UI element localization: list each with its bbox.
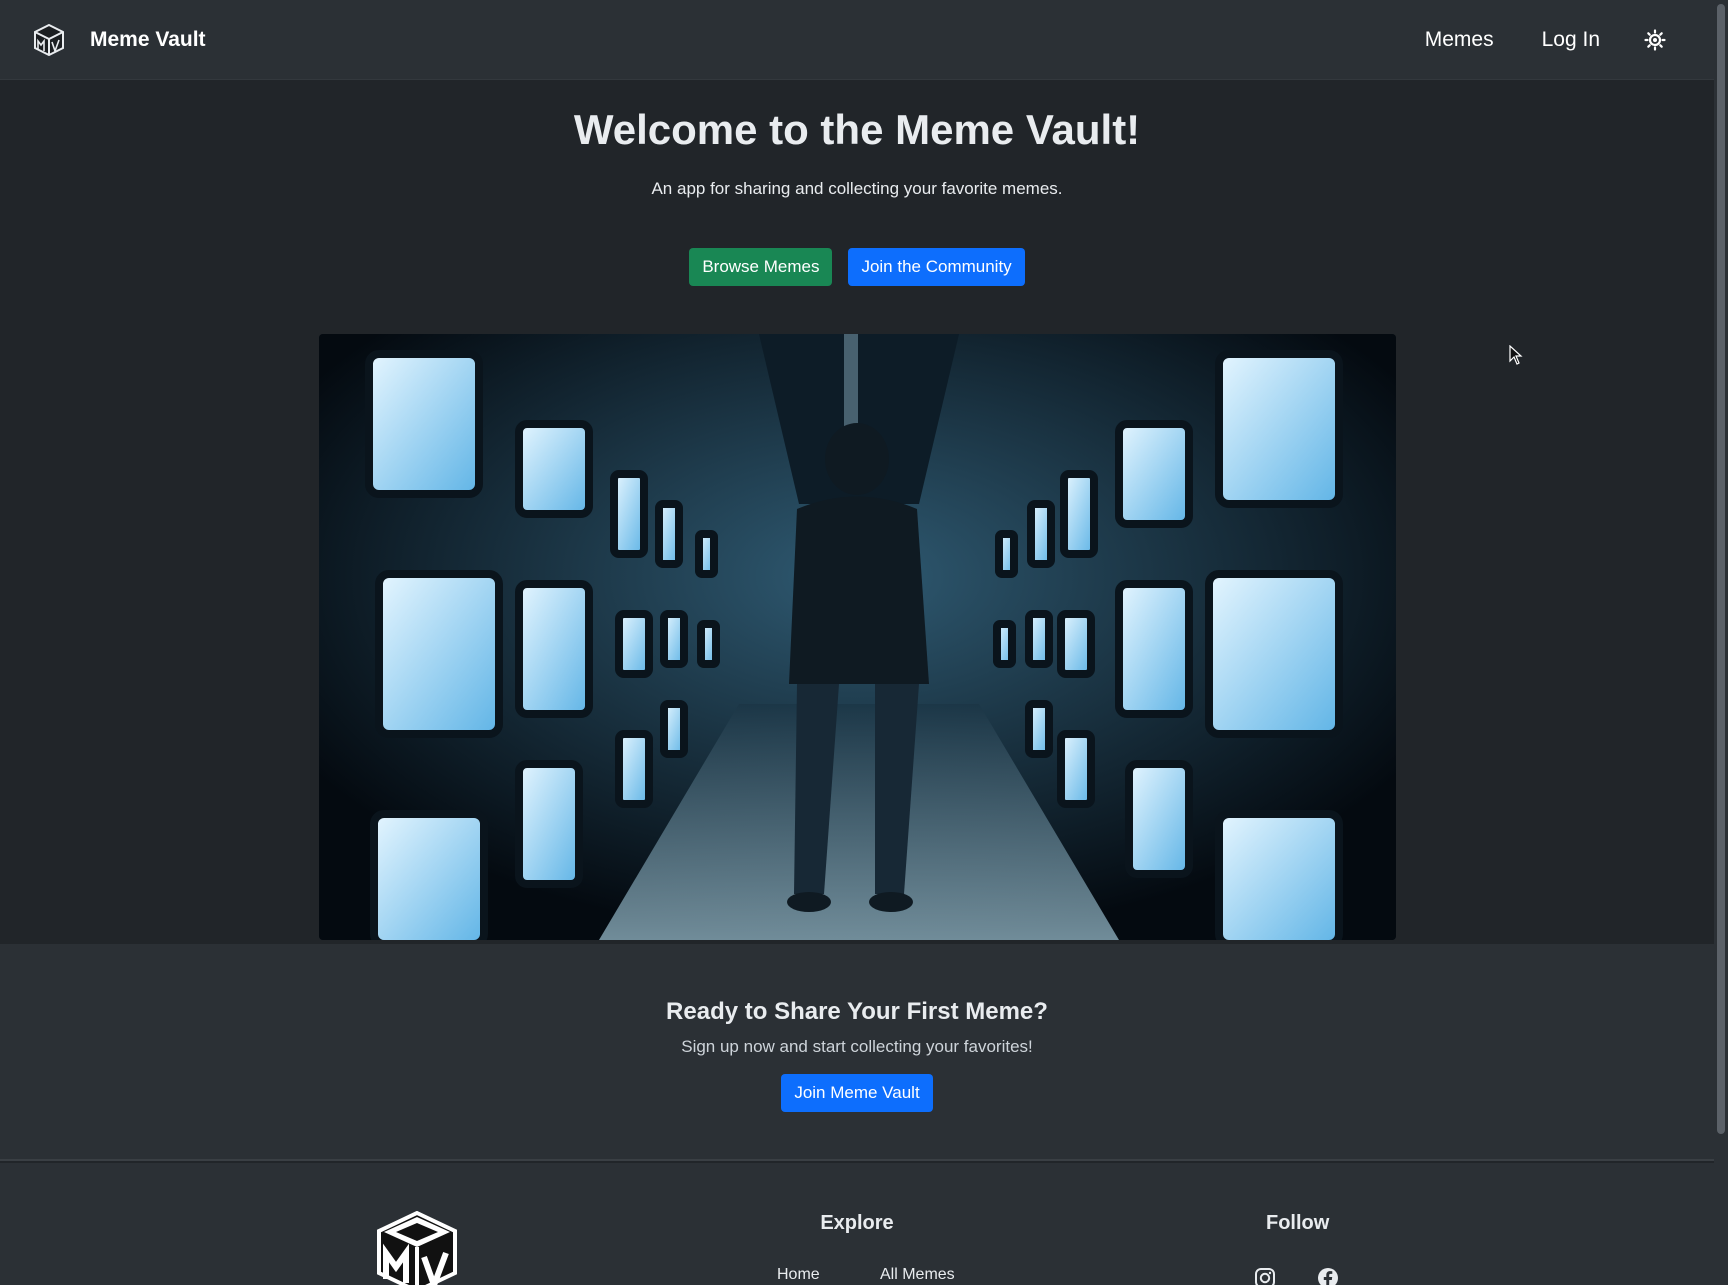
sun-icon[interactable] bbox=[1644, 28, 1666, 51]
page: Meme Vault Memes Log In Welcome to the M… bbox=[0, 0, 1728, 1285]
hero-subtitle: An app for sharing and collecting your f… bbox=[651, 179, 1063, 198]
instagram-icon[interactable] bbox=[1254, 1267, 1276, 1285]
nav-link-memes[interactable]: Memes bbox=[1425, 28, 1494, 52]
mouse-cursor-icon bbox=[1509, 345, 1523, 365]
footer-link-all-memes[interactable]: All Memes bbox=[880, 1266, 955, 1284]
brand-link[interactable]: Meme Vault bbox=[34, 23, 206, 56]
mv-cube-icon bbox=[34, 23, 64, 56]
facebook-icon[interactable] bbox=[1317, 1267, 1339, 1285]
navbar: Meme Vault Memes Log In bbox=[0, 0, 1714, 80]
hero-section: Welcome to the Meme Vault! An app for sh… bbox=[0, 80, 1714, 944]
browse-memes-button[interactable]: Browse Memes bbox=[689, 248, 833, 286]
cta-section: Ready to Share Your First Meme? Sign up … bbox=[0, 944, 1714, 1161]
scrollbar[interactable] bbox=[1714, 0, 1728, 1285]
cta-title: Ready to Share Your First Meme? bbox=[666, 998, 1048, 1025]
scrollbar-thumb[interactable] bbox=[1717, 4, 1725, 1134]
nav-links: Memes Log In bbox=[1377, 28, 1680, 52]
join-meme-vault-button[interactable]: Join Meme Vault bbox=[781, 1074, 933, 1112]
page-title: Welcome to the Meme Vault! bbox=[573, 106, 1141, 153]
footer: Explore Home All Memes Follow bbox=[0, 1163, 1714, 1285]
footer-link-home[interactable]: Home bbox=[777, 1266, 820, 1284]
hero-buttons: Browse Memes Join the Community bbox=[0, 248, 1714, 286]
cta-subtitle: Sign up now and start collecting your fa… bbox=[681, 1037, 1033, 1056]
cta-button-wrap: Join Meme Vault bbox=[0, 1074, 1714, 1112]
brand-name: Meme Vault bbox=[90, 27, 206, 51]
nav-link-login[interactable]: Log In bbox=[1542, 28, 1600, 52]
footer-explore-title: Explore bbox=[820, 1212, 894, 1234]
join-community-button[interactable]: Join the Community bbox=[848, 248, 1025, 286]
footer-follow-title: Follow bbox=[1266, 1212, 1330, 1234]
hero-image bbox=[319, 334, 1396, 940]
tv-corridor-illustration bbox=[319, 334, 1396, 940]
